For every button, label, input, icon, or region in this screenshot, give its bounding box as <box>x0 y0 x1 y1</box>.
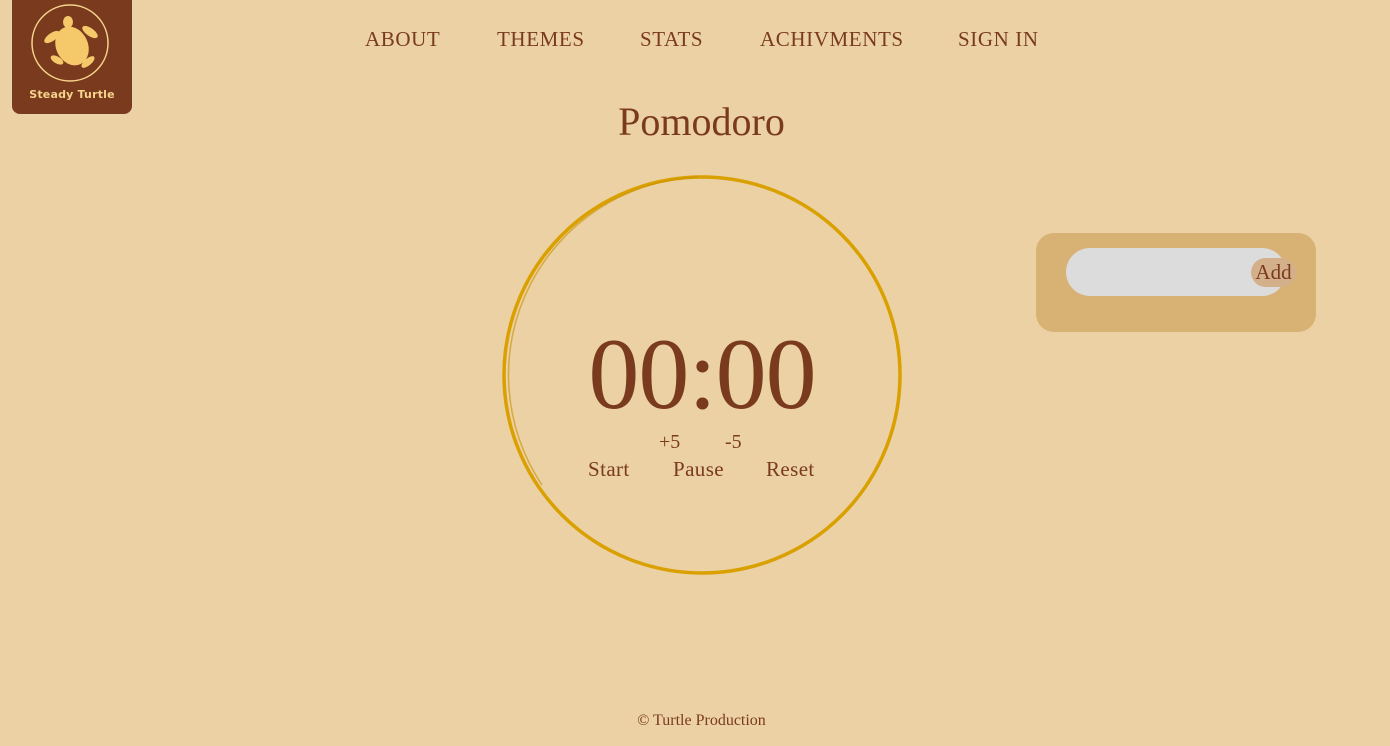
turtle-icon <box>31 4 109 82</box>
task-panel: Add <box>1036 233 1316 332</box>
add-task-button[interactable]: Add <box>1251 258 1296 287</box>
add-five-button[interactable]: +5 <box>659 431 680 454</box>
nav-item-sign-in[interactable]: SIGN IN <box>958 27 1039 52</box>
nav-item-stats[interactable]: STATS <box>640 27 703 52</box>
reset-button[interactable]: Reset <box>766 457 815 482</box>
nav-item-themes[interactable]: THEMES <box>497 27 585 52</box>
pause-button[interactable]: Pause <box>673 457 724 482</box>
start-button[interactable]: Start <box>588 457 630 482</box>
nav-item-achivments[interactable]: ACHIVMENTS <box>760 27 904 52</box>
logo[interactable]: Steady Turtle <box>12 0 132 114</box>
task-input-container: Add <box>1066 248 1296 296</box>
page-title: Pomodoro <box>618 99 785 144</box>
footer-copyright: © Turtle Production <box>637 712 766 729</box>
task-input[interactable] <box>1080 258 1222 288</box>
nav-item-about[interactable]: ABOUT <box>365 27 440 52</box>
subtract-five-button[interactable]: -5 <box>725 431 742 454</box>
timer-display: 00:00 <box>588 318 816 431</box>
page: Steady Turtle ABOUT THEMES STATS ACHIVME… <box>0 0 1390 746</box>
